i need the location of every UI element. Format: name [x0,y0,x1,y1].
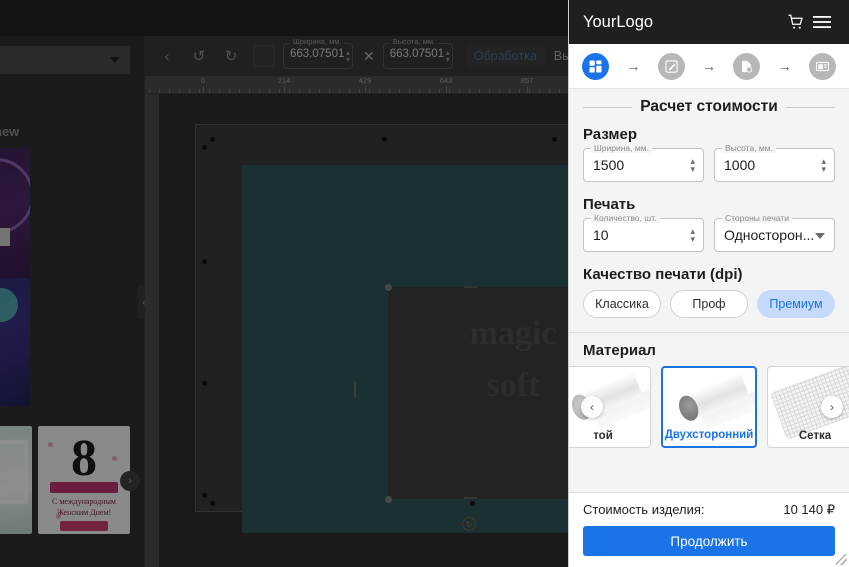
quantity-label: Количество, шт. [591,213,660,223]
material-card-selected[interactable]: Двухсторонний [661,366,757,448]
quality-section-heading: Качество печати (dpi) [583,266,743,283]
height-value: 1000 [724,157,756,173]
quality-options: Классика Проф Премиум [569,288,849,318]
size-fields-row: Шририна, мм. 1500 ▴ ▾ Высота, мм. 1000 ▴ ▾ [569,143,849,192]
height-input[interactable]: Высота, мм. 1000 ▴ ▾ [714,143,835,182]
material-carousel: ‹ › той Двухсторонний Сетка [569,366,849,448]
material-cards-row: той Двухсторонний Сетка [569,366,849,448]
width-label: Шририна, мм. [591,143,652,153]
material-card-label: Двухсторонний [664,429,754,441]
quality-option-premium[interactable]: Премиум [757,290,835,318]
quantity-input[interactable]: Количество, шт. 10 ▴ ▾ [583,213,704,252]
step-template-grid[interactable] [582,52,609,80]
width-stepper[interactable]: ▴ ▾ [690,157,695,174]
step-edit-pencil[interactable] [657,52,685,80]
continue-button[interactable]: Продолжить [583,526,835,556]
print-sides-select[interactable]: Стороны печати Односторон... [714,213,835,252]
widget-title-row: Расчет стоимости [569,89,849,122]
quality-option-prof[interactable]: Проф [670,290,748,318]
quality-option-classic[interactable]: Классика [583,290,661,318]
step-preview-image[interactable] [808,52,836,80]
material-section-heading: Материал [583,342,656,359]
widget-body: Расчет стоимости Размер Шририна, мм. 150… [569,89,849,492]
price-value: 10 140 ₽ [783,502,835,517]
widget-header: YourLogo [569,0,849,44]
height-label: Высота, мм. [722,143,776,153]
step-document-settings[interactable] [733,52,761,80]
print-sides-value: Односторон... [724,227,815,243]
title-rule-left [583,106,633,108]
price-row: Стоимость изделия: 10 140 ₽ [583,502,835,518]
width-input[interactable]: Шририна, мм. 1500 ▴ ▾ [583,143,704,182]
material-roll-illustration [668,368,755,437]
title-rule-right [785,106,835,108]
cost-calculator-widget: YourLogo → → → Расчет стоимости Размер Ш… [568,0,849,567]
page-title: Расчет стоимости [640,98,778,115]
material-prev-button[interactable]: ‹ [581,396,603,418]
step-arrow-icon: → [701,58,716,74]
material-card-label: той [593,430,613,442]
widget-footer: Стоимость изделия: 10 140 ₽ Продолжить [569,492,849,567]
price-label: Стоимость изделия: [583,502,705,517]
material-next-button[interactable]: › [821,396,843,418]
print-fields-row: Количество, шт. 10 ▴ ▾ Стороны печати Одн… [569,213,849,262]
cart-icon[interactable] [783,9,809,35]
step-arrow-icon: → [626,58,641,74]
chevron-down-icon[interactable] [815,233,825,239]
widget-step-indicator: → → → [569,44,849,89]
widget-logo[interactable]: YourLogo [583,13,783,32]
hamburger-menu-icon[interactable] [809,9,835,35]
width-value: 1500 [593,157,625,173]
step-arrow-icon: → [777,58,792,74]
height-stepper[interactable]: ▴ ▾ [821,157,826,174]
quantity-value: 10 [593,227,609,243]
print-sides-label: Стороны печати [722,213,792,223]
material-roll-illustration [569,367,650,436]
material-card-label: Сетка [798,430,832,442]
quantity-stepper[interactable]: ▴ ▾ [690,227,695,244]
resize-grip-icon[interactable] [836,554,847,565]
